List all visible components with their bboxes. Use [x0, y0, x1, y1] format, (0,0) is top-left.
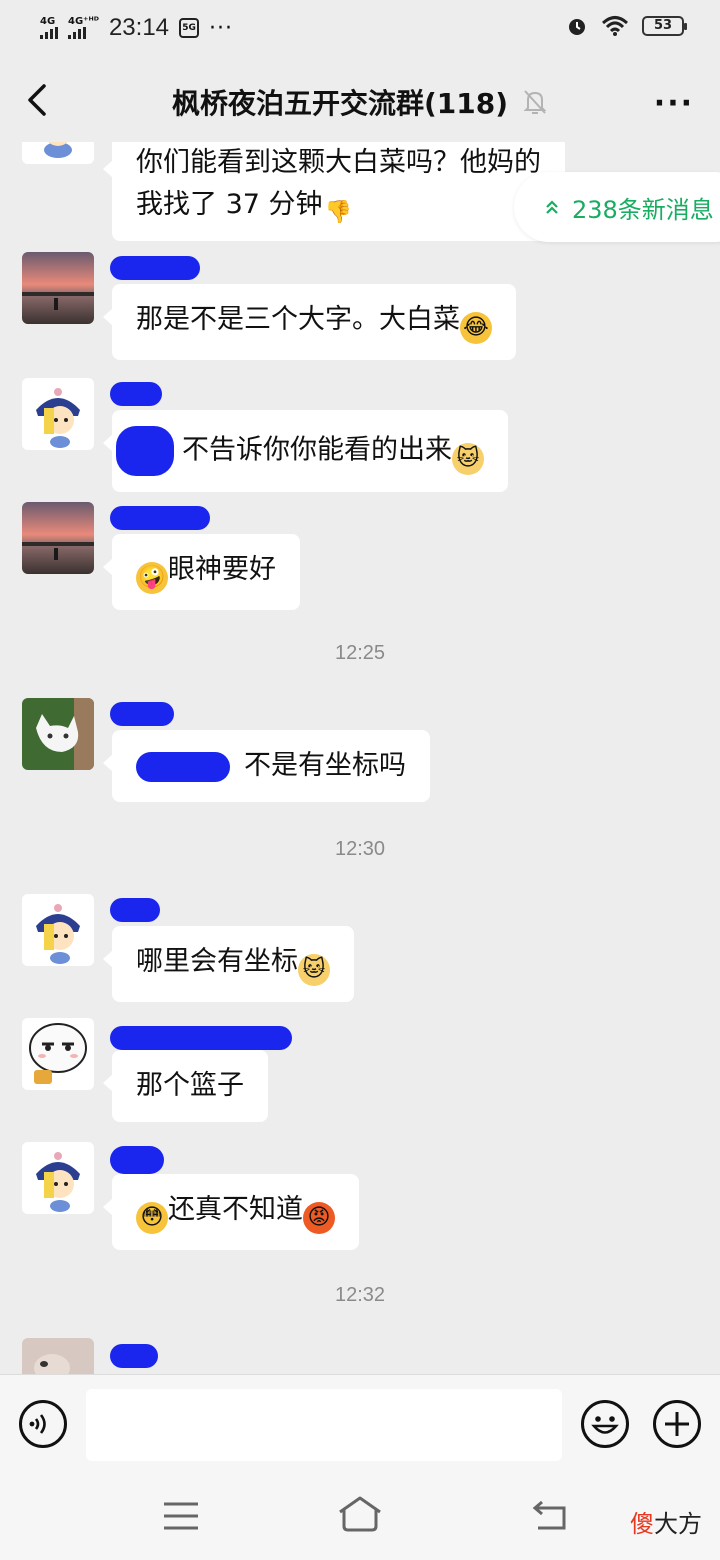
smiley-icon[interactable]	[580, 1399, 630, 1449]
chat-title: 枫桥夜泊五开交流群(118)	[171, 87, 509, 120]
redaction-mask	[136, 751, 230, 782]
avatar[interactable]	[22, 1018, 94, 1090]
bell-off-icon	[523, 90, 547, 114]
alarm-icon	[569, 19, 585, 35]
back-nav-icon[interactable]	[530, 1498, 570, 1532]
network-label-2: 4G⁺ᴴᴰ	[68, 16, 99, 27]
laughing-face-icon: 😂	[460, 312, 492, 344]
message-text: 眼神要好	[168, 554, 276, 585]
message-bubble[interactable]: 不告诉你你能看的出来 🐱	[103, 410, 508, 492]
sunset-avatar	[22, 252, 94, 324]
watermark-red: 傻	[630, 1511, 654, 1538]
message-list[interactable]: 你们能看到这颗大白菜吗？他妈的 我找了 37 分钟 👎 那是不是三个大字。大白菜 😂	[0, 142, 720, 1374]
message-text: 不告诉你你能看的出来	[182, 434, 452, 466]
double-chevron-up-icon	[546, 200, 558, 214]
network-label-1: 4G	[40, 16, 56, 27]
cartoon-boy-avatar	[22, 378, 94, 450]
avatar[interactable]	[22, 698, 94, 770]
meme-face-avatar	[22, 1018, 94, 1090]
input-bar	[0, 1374, 720, 1474]
message-bubble[interactable]: 不是有坐标吗	[103, 730, 430, 802]
menu-icon[interactable]	[162, 1500, 200, 1532]
wifi-icon	[602, 16, 628, 36]
more-options-button[interactable]: ···	[654, 86, 694, 121]
clock: 23:14	[108, 14, 170, 41]
home-icon[interactable]	[336, 1494, 384, 1534]
notification-icon: 5G	[179, 18, 200, 38]
cat-face-icon: 🐱	[452, 442, 484, 475]
avatar[interactable]	[22, 378, 94, 450]
message-text: 哪里会有坐标	[136, 946, 298, 977]
thumbs-down-icon: 👎	[324, 200, 353, 225]
message-bubble[interactable]: 那个篮子	[103, 1050, 268, 1122]
watermark-text: 大方	[654, 1511, 702, 1538]
message-text: 不是有坐标吗	[244, 750, 406, 781]
new-messages-button[interactable]: 238条新消息	[514, 172, 720, 242]
avatar[interactable]	[22, 502, 94, 574]
battery-icon: 53	[642, 16, 687, 36]
photo-avatar	[22, 1338, 94, 1374]
angry-face-icon: 😡	[303, 1202, 335, 1234]
white-cat-avatar	[22, 698, 94, 770]
flushed-face-icon: 😳	[136, 1202, 168, 1234]
sunset-avatar	[22, 502, 94, 574]
voice-icon[interactable]	[18, 1399, 68, 1449]
message-bubble[interactable]: 😳 还真不知道 😡	[103, 1174, 359, 1250]
avatar[interactable]	[22, 1338, 94, 1374]
cat-face-icon: 🐱	[298, 954, 330, 986]
message-input[interactable]	[86, 1389, 562, 1461]
timestamp: 12:25	[334, 642, 386, 664]
zany-face-icon: 🤪	[136, 562, 168, 594]
avatar[interactable]	[22, 1142, 94, 1214]
plus-icon[interactable]	[652, 1399, 702, 1449]
chat-header: 枫桥夜泊五开交流群(118) ···	[0, 58, 720, 142]
avatar[interactable]	[22, 894, 94, 966]
message-text: 还真不知道	[168, 1194, 303, 1225]
cartoon-boy-avatar	[22, 1142, 94, 1214]
message-bubble[interactable]: 那是不是三个大字。大白菜 😂	[103, 284, 516, 360]
signal-2-icon: 4G⁺ᴴᴰ	[68, 17, 99, 39]
timestamp: 12:30	[334, 838, 386, 860]
message-bubble[interactable]: 你们能看到这颗大白菜吗？他妈的 我找了 37 分钟 👎	[103, 142, 565, 241]
redaction-mask	[116, 426, 174, 476]
avatar[interactable]	[22, 142, 94, 164]
watermark: 傻大方	[630, 1504, 702, 1539]
message-text-line-1: 你们能看到这颗大白菜吗？他妈的	[136, 147, 541, 178]
message-text-line-2: 我找了 37 分钟	[136, 189, 323, 220]
message-bubble[interactable]: 哪里会有坐标 🐱	[103, 926, 354, 1002]
cartoon-boy-avatar	[22, 894, 94, 966]
message-text: 那个篮子	[136, 1070, 244, 1101]
new-messages-label: 238条新消息	[572, 195, 714, 224]
message-bubble[interactable]: 🤪眼神要好	[103, 534, 300, 610]
status-bar: 4G 4G⁺ᴴᴰ 23:14 5G ··· 53	[0, 0, 720, 58]
timestamp: 12:32	[334, 1284, 386, 1306]
signal-1-icon: 4G	[40, 17, 58, 39]
more-notifications-icon: ···	[209, 15, 233, 41]
message-text: 那是不是三个大字。大白菜	[136, 304, 460, 335]
system-nav-bar: 傻大方	[0, 1474, 720, 1560]
avatar[interactable]	[22, 252, 94, 324]
cartoon-boy-avatar	[22, 142, 94, 164]
